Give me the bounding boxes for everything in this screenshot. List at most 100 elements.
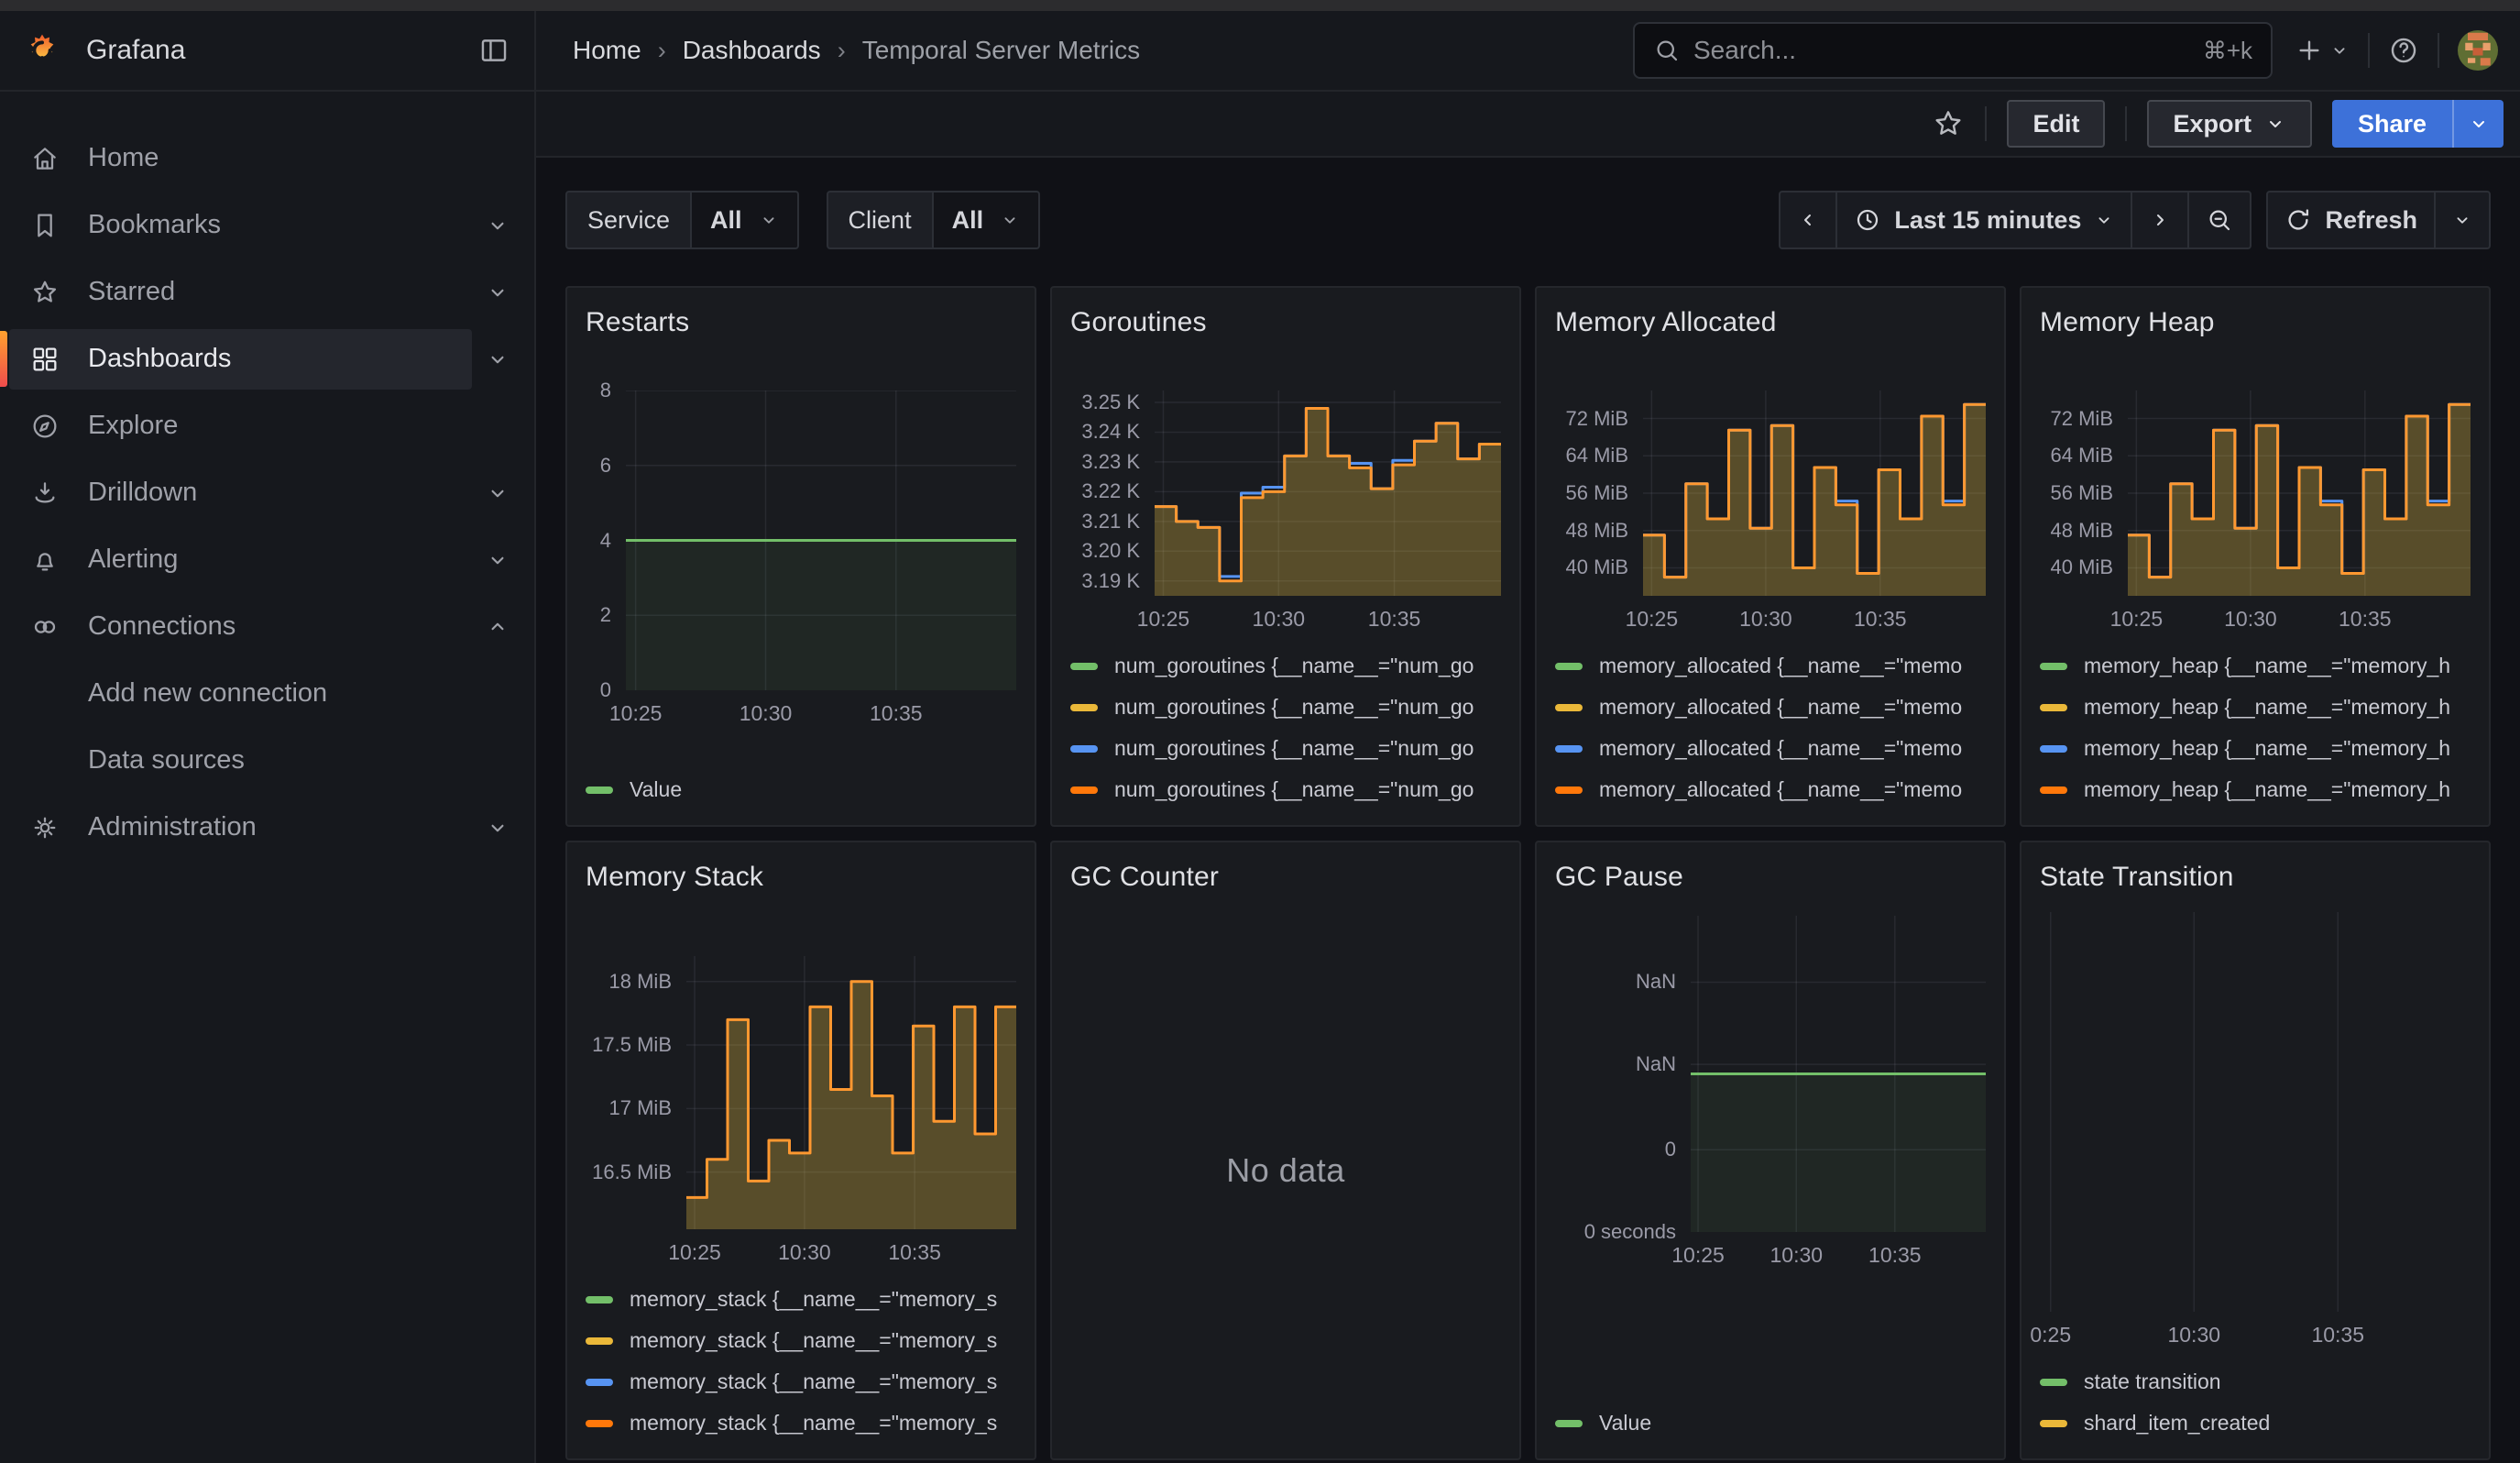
chevron-down-icon: [1000, 210, 1020, 230]
filter-bar: Service All Client All: [565, 191, 2491, 249]
client-filter[interactable]: Client All: [827, 191, 1041, 249]
time-back-button[interactable]: [1779, 191, 1837, 249]
legend-series-label: num_goroutines {__name__="num_go: [1114, 736, 1474, 761]
panel-title[interactable]: GC Pause: [1555, 857, 1986, 897]
refresh-interval-button[interactable]: [2434, 191, 2491, 249]
x-axis-label: 10:30: [1253, 607, 1306, 632]
chevron-down-icon[interactable]: [472, 214, 523, 237]
divider: [2368, 33, 2370, 68]
export-button[interactable]: Export: [2147, 100, 2312, 148]
sidebar-item-label: Home: [88, 143, 159, 173]
panel-legend: memory_heap {__name__="memory_hmemory_he…: [2040, 645, 2471, 810]
top-navbar: Home › Dashboards › Temporal Server Metr…: [536, 11, 2520, 92]
legend-item[interactable]: Value: [586, 769, 1016, 810]
chevron-up-icon[interactable]: [472, 615, 523, 639]
legend-item[interactable]: Value: [1555, 1402, 1986, 1444]
legend-item[interactable]: memory_allocated {__name__="memo: [1555, 728, 1986, 769]
sidebar-link-data-sources[interactable]: Data sources: [9, 731, 472, 791]
chart-plot[interactable]: [2040, 912, 2471, 1312]
divider: [2125, 106, 2127, 141]
time-range-picker[interactable]: Last 15 minutes: [1835, 191, 2132, 249]
chart-plot[interactable]: [686, 956, 1016, 1229]
sidebar-link-explore[interactable]: Explore: [9, 396, 472, 456]
search-box[interactable]: ⌘+k: [1633, 22, 2273, 79]
x-axis-label: 10:30: [1739, 607, 1792, 632]
legend-item[interactable]: memory_allocated {__name__="memo: [1555, 645, 1986, 687]
legend-item[interactable]: state transition: [2040, 1361, 2471, 1402]
x-axis-label: 10:25: [1137, 607, 1190, 632]
legend-series-label: num_goroutines {__name__="num_go: [1114, 654, 1474, 678]
x-axis-label: 10:30: [778, 1240, 831, 1265]
chart-plot[interactable]: [1691, 916, 1986, 1232]
sidebar-link-starred[interactable]: Starred: [9, 262, 472, 323]
legend-series-color: [1070, 786, 1098, 794]
service-filter[interactable]: Service All: [565, 191, 799, 249]
legend-item[interactable]: memory_heap {__name__="memory_h: [2040, 728, 2471, 769]
star-dashboard-icon[interactable]: [1932, 107, 1965, 140]
legend-item[interactable]: memory_allocated {__name__="memo: [1555, 687, 1986, 728]
legend-item[interactable]: shard_item_created: [2040, 1402, 2471, 1444]
legend-item[interactable]: memory_stack {__name__="memory_s: [586, 1402, 1016, 1444]
legend-item[interactable]: num_goroutines {__name__="num_go: [1070, 769, 1501, 810]
edit-button[interactable]: Edit: [2007, 100, 2105, 148]
legend-series-label: memory_stack {__name__="memory_s: [630, 1370, 997, 1394]
sidebar-item-label: Starred: [88, 277, 175, 307]
sidebar-link-drilldown[interactable]: Drilldown: [9, 463, 472, 523]
time-forward-button[interactable]: [2131, 191, 2189, 249]
grafana-logo-icon[interactable]: [24, 32, 60, 69]
x-axis-label: 10:25: [609, 701, 663, 726]
legend-item[interactable]: num_goroutines {__name__="num_go: [1070, 687, 1501, 728]
legend-item[interactable]: memory_stack {__name__="memory_s: [586, 1361, 1016, 1402]
sidebar-link-add-new-connection[interactable]: Add new connection: [9, 664, 472, 724]
panel-title[interactable]: Goroutines: [1070, 302, 1501, 343]
chart-plot[interactable]: [626, 390, 1016, 690]
sidebar-link-administration[interactable]: Administration: [9, 798, 472, 858]
legend-item[interactable]: memory_heap {__name__="memory_h: [2040, 645, 2471, 687]
sidebar-link-alerting[interactable]: Alerting: [9, 530, 472, 590]
sidebar-link-bookmarks[interactable]: Bookmarks: [9, 195, 472, 256]
avatar[interactable]: [2458, 30, 2498, 71]
legend-item[interactable]: num_goroutines {__name__="num_go: [1070, 728, 1501, 769]
legend-item[interactable]: memory_allocated {__name__="memo: [1555, 769, 1986, 810]
chart-plot[interactable]: [1643, 390, 1986, 596]
panel-title[interactable]: Restarts: [586, 302, 1016, 343]
filter-label: Service: [565, 191, 692, 249]
panel-memory-stack: Memory Stack18 MiB17.5 MiB17 MiB16.5 MiB…: [565, 841, 1036, 1460]
sidebar-link-connections[interactable]: Connections: [9, 597, 472, 657]
panel-title[interactable]: Memory Heap: [2040, 302, 2471, 343]
refresh-button[interactable]: Refresh: [2266, 191, 2436, 249]
help-icon[interactable]: [2388, 35, 2419, 66]
legend-item[interactable]: num_goroutines {__name__="num_go: [1070, 645, 1501, 687]
legend-series-label: memory_heap {__name__="memory_h: [2084, 777, 2450, 802]
legend-item[interactable]: memory_stack {__name__="memory_s: [586, 1279, 1016, 1320]
panel-title[interactable]: Memory Stack: [586, 857, 1016, 897]
chevron-down-icon[interactable]: [472, 481, 523, 505]
chart-plot[interactable]: [1155, 390, 1501, 596]
y-axis-label: NaN: [1636, 970, 1676, 994]
panel-title[interactable]: Memory Allocated: [1555, 302, 1986, 343]
search-input[interactable]: [1693, 36, 2190, 65]
legend-item[interactable]: memory_heap {__name__="memory_h: [2040, 769, 2471, 810]
legend-item[interactable]: memory_heap {__name__="memory_h: [2040, 687, 2471, 728]
chevron-down-icon[interactable]: [472, 347, 523, 371]
add-new-button[interactable]: [2295, 36, 2350, 65]
legend-series-color: [2040, 745, 2067, 753]
chevron-down-icon[interactable]: [472, 816, 523, 840]
sidebar-link-home[interactable]: Home: [9, 128, 472, 189]
chart-plot[interactable]: [2128, 390, 2471, 596]
chevron-down-icon[interactable]: [472, 280, 523, 304]
breadcrumb-home[interactable]: Home: [573, 36, 641, 65]
x-axis-label: 10:35: [2339, 607, 2392, 632]
x-axis-label: 0:25: [2030, 1323, 2071, 1348]
zoom-out-icon[interactable]: [2187, 191, 2252, 249]
share-button[interactable]: Share: [2332, 100, 2452, 148]
share-menu-button[interactable]: [2452, 100, 2504, 148]
legend-series-color: [1555, 1420, 1583, 1427]
panel-title[interactable]: State Transition: [2040, 857, 2471, 897]
legend-item[interactable]: memory_stack {__name__="memory_s: [586, 1320, 1016, 1361]
sidebar-toggle-icon[interactable]: [472, 28, 516, 72]
breadcrumb-dashboards[interactable]: Dashboards: [683, 36, 821, 65]
sidebar-link-dashboards[interactable]: Dashboards: [9, 329, 472, 390]
panel-title[interactable]: GC Counter: [1070, 857, 1501, 897]
chevron-down-icon[interactable]: [472, 548, 523, 572]
